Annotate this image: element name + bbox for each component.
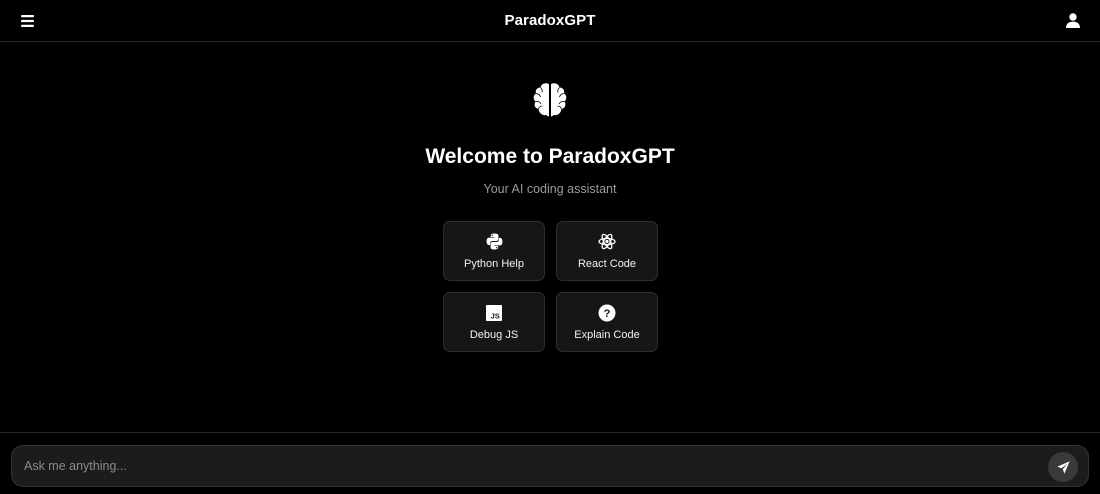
top-bar: ParadoxGPT bbox=[0, 0, 1100, 42]
suggestion-explain-code[interactable]: ? Explain Code bbox=[556, 292, 658, 352]
user-icon bbox=[1066, 12, 1080, 28]
suggestion-react-code[interactable]: React Code bbox=[556, 221, 658, 281]
menu-button[interactable] bbox=[19, 12, 36, 29]
svg-text:JS: JS bbox=[491, 311, 500, 320]
paper-plane-icon bbox=[1056, 460, 1070, 474]
suggestion-debug-js[interactable]: JS Debug JS bbox=[443, 292, 545, 352]
javascript-icon: JS bbox=[486, 304, 502, 321]
suggestion-python-help[interactable]: Python Help bbox=[443, 221, 545, 281]
python-icon bbox=[486, 233, 502, 250]
hamburger-menu-icon bbox=[21, 14, 34, 27]
suggestion-label: React Code bbox=[577, 257, 637, 270]
suggestion-label: Explain Code bbox=[574, 328, 640, 341]
composer-bar bbox=[0, 432, 1100, 494]
suggestion-grid: Python Help React Code JS Debug JS ? Exp… bbox=[443, 221, 658, 352]
react-icon bbox=[598, 233, 616, 250]
brain-icon bbox=[533, 83, 567, 117]
welcome-subtitle: Your AI coding assistant bbox=[483, 182, 617, 196]
send-button[interactable] bbox=[1048, 452, 1078, 482]
welcome-title: Welcome to ParadoxGPT bbox=[425, 145, 675, 168]
suggestion-label: Python Help bbox=[464, 257, 524, 270]
message-input[interactable] bbox=[24, 446, 1034, 486]
user-button[interactable] bbox=[1065, 11, 1081, 29]
question-circle-icon: ? bbox=[598, 304, 616, 321]
composer bbox=[11, 445, 1089, 487]
svg-text:?: ? bbox=[604, 308, 611, 320]
welcome-section: Welcome to ParadoxGPT Your AI coding ass… bbox=[0, 80, 1100, 196]
app-title: ParadoxGPT bbox=[504, 12, 596, 29]
app-window: ParadoxGPT Welcome to ParadoxGPT Your AI… bbox=[0, 0, 1100, 494]
suggestion-label: Debug JS bbox=[469, 328, 519, 341]
